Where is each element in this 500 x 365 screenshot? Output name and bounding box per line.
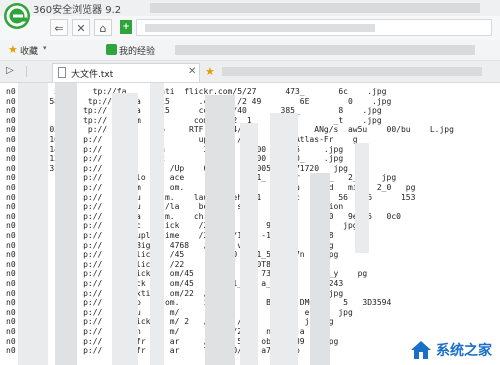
blur-smear bbox=[205, 95, 235, 365]
favorite-item-my-experience[interactable]: 我的经验 bbox=[119, 44, 155, 57]
site-watermark: 系统之家 bbox=[406, 339, 496, 361]
close-icon: ✕ bbox=[76, 22, 86, 35]
text-content: n0 590 tp://fa stati flickr.com/5/27 473… bbox=[0, 83, 500, 365]
blur-smear bbox=[18, 83, 48, 365]
home-icon: ⌂ bbox=[99, 22, 107, 35]
tab-divider bbox=[26, 66, 27, 77]
favorites-button[interactable]: 收藏 bbox=[20, 44, 38, 57]
back-arrow-icon: ⇐ bbox=[54, 22, 64, 35]
house-logo-icon bbox=[410, 340, 432, 360]
tab-close-icon[interactable]: ✕ bbox=[188, 66, 196, 77]
star-icon[interactable]: ★ bbox=[205, 65, 215, 78]
favorites-blur bbox=[175, 45, 475, 55]
chevron-down-icon[interactable]: ▾ bbox=[43, 44, 47, 52]
blur-smear bbox=[270, 113, 298, 365]
home-button[interactable]: ⌂ bbox=[94, 19, 112, 36]
blur-smear bbox=[55, 83, 77, 365]
favorites-bar: ★ 收藏 ▾ 我的经验 bbox=[0, 40, 500, 61]
tab-bar: ▷ 大文件.txt ✕ ★ bbox=[0, 61, 500, 83]
document-icon bbox=[58, 67, 66, 78]
favorite-item-icon bbox=[106, 44, 117, 55]
tab-label: 大文件.txt bbox=[71, 70, 114, 80]
address-bar[interactable] bbox=[136, 19, 492, 36]
star-icon: ★ bbox=[8, 43, 18, 56]
blur-smear bbox=[310, 173, 330, 365]
title-blur bbox=[150, 3, 480, 13]
tab-large-file[interactable]: 大文件.txt ✕ bbox=[52, 63, 200, 82]
navigation-bar: ⇐ ✕ ⌂ + bbox=[0, 16, 500, 41]
stop-button[interactable]: ✕ bbox=[72, 19, 90, 36]
app-title: 360安全浏览器 9.2 bbox=[33, 5, 122, 16]
watermark-text: 系统之家 bbox=[436, 343, 492, 359]
blur-smear bbox=[355, 143, 369, 253]
blur-smear bbox=[112, 93, 138, 365]
back-button[interactable]: ⇐ bbox=[50, 19, 68, 36]
tab-list-icon[interactable]: ▷ bbox=[6, 65, 14, 76]
blur-smear bbox=[150, 83, 164, 365]
secure-shield-icon[interactable]: + bbox=[120, 20, 132, 34]
tab-blur bbox=[222, 67, 482, 76]
browser-logo[interactable] bbox=[4, 3, 30, 29]
title-bar: 360安全浏览器 9.2 bbox=[0, 0, 500, 16]
blur-smear bbox=[240, 123, 258, 365]
address-blurred-text bbox=[145, 24, 375, 32]
logo-e-icon bbox=[6, 5, 28, 27]
